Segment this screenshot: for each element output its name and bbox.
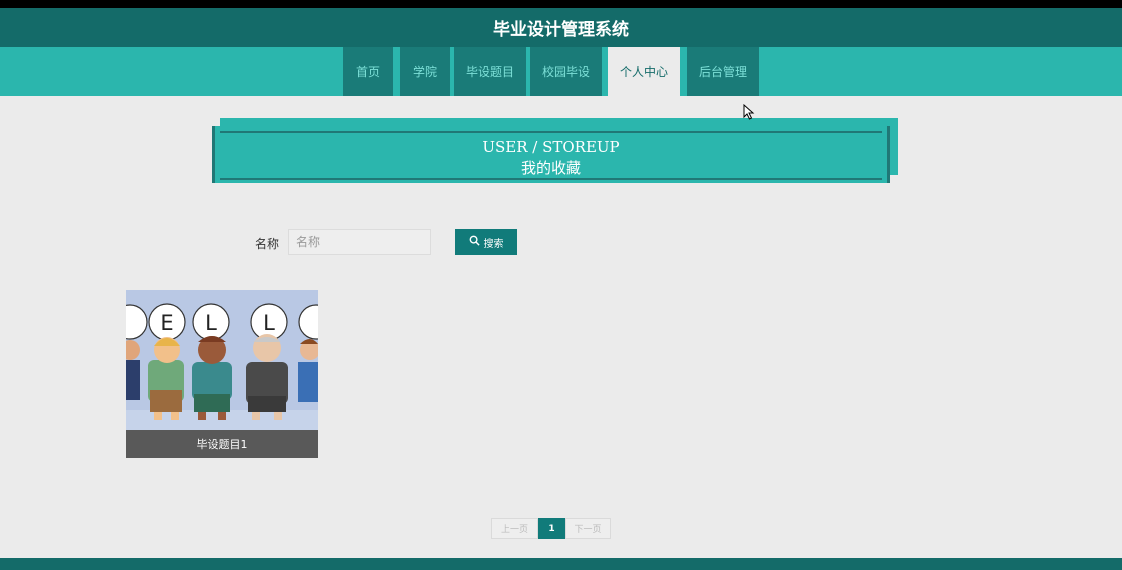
mouse-cursor-icon xyxy=(743,103,755,124)
banner-divider-bottom xyxy=(220,178,882,180)
section-banner: USER / STOREUP 我的收藏 xyxy=(212,126,890,183)
nav-item-home[interactable]: 首页 xyxy=(343,47,393,96)
search-label: 名称 xyxy=(255,237,280,251)
favorite-card[interactable]: E L L 毕设题目1 xyxy=(126,290,318,458)
app-header: 毕业设计管理系统 xyxy=(0,8,1122,47)
balloon-letter: L xyxy=(205,311,217,335)
search-button-label: 搜索 xyxy=(483,238,504,250)
current-page[interactable]: 1 xyxy=(538,518,565,539)
balloon-letter: E xyxy=(160,311,173,335)
search-input[interactable] xyxy=(288,229,431,255)
banner-title-en: USER / STOREUP xyxy=(482,138,620,156)
pagination: 上一页 1 下一页 xyxy=(491,518,611,539)
next-page-button[interactable]: 下一页 xyxy=(565,518,611,539)
card-title[interactable]: 毕设题目1 xyxy=(126,430,318,458)
banner-divider-top xyxy=(220,131,882,133)
balloon-letter: L xyxy=(263,311,275,335)
nav-item-campus[interactable]: 校园毕设 xyxy=(530,47,602,96)
main-nav: 首页 学院 毕设题目 校园毕设 个人中心 后台管理 xyxy=(0,47,1122,96)
nav-item-topics[interactable]: 毕设题目 xyxy=(454,47,526,96)
footer-bar xyxy=(0,558,1122,570)
nav-item-personal-center[interactable]: 个人中心 xyxy=(608,47,680,96)
card-image[interactable]: E L L xyxy=(126,290,318,430)
page-title: 毕业设计管理系统 xyxy=(493,20,629,40)
top-strip xyxy=(0,0,1122,8)
search-button[interactable]: 搜索 xyxy=(455,229,517,255)
banner-title-cn: 我的收藏 xyxy=(520,159,581,177)
prev-page-button[interactable]: 上一页 xyxy=(491,518,538,539)
nav-item-college[interactable]: 学院 xyxy=(400,47,450,96)
nav-item-admin[interactable]: 后台管理 xyxy=(687,47,759,96)
search-icon xyxy=(469,235,484,249)
